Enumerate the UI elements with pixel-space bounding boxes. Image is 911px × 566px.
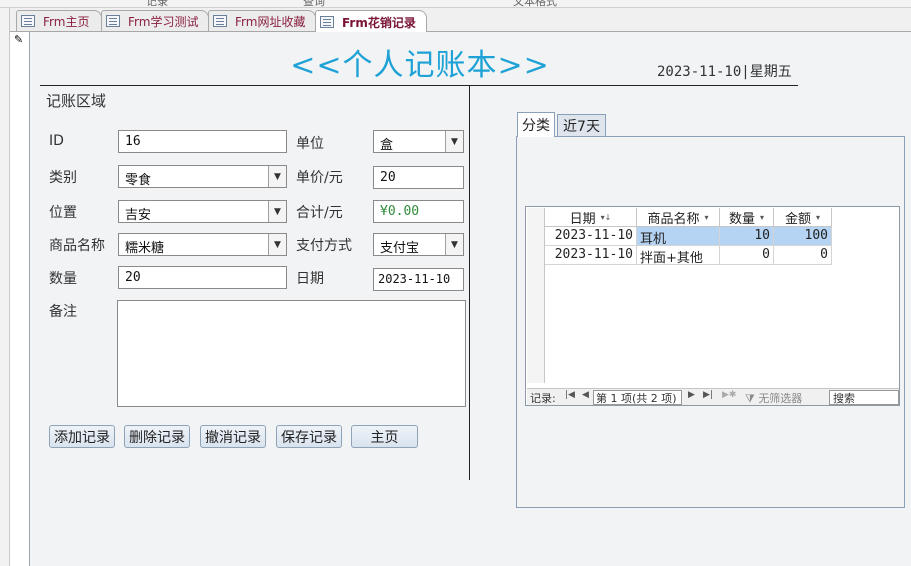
tab-category[interactable]: 分类 [517,112,555,137]
add-record-button[interactable]: 添加记录 [49,425,115,448]
search-input[interactable]: 搜索 [829,390,899,405]
dropdown-arrow-icon: ▾ [760,212,765,222]
chevron-down-icon[interactable]: ▼ [268,166,286,187]
chevron-down-icon[interactable]: ▼ [445,131,463,152]
payment-label: 支付方式 [296,238,352,254]
delete-record-button[interactable]: 删除记录 [124,425,190,448]
tab-frm-bookmarks[interactable]: Frm网址收藏 [208,10,316,31]
tab-label: Frm花销记录 [342,15,416,30]
last-record-icon[interactable]: ▶| [703,390,713,400]
unit-value: 盒 [380,138,394,153]
table-cell-qty[interactable]: 10 [720,227,774,246]
table-cell-name[interactable]: 耳机 [637,227,720,246]
payment-value: 支付宝 [380,241,420,256]
ribbon-remnant: 记录 查询 文本格式 [0,0,911,8]
header-label: 商品名称 [647,211,700,227]
tab-label: Frm网址收藏 [235,14,306,29]
tab-label: Frm主页 [43,14,90,29]
tab-frm-home[interactable]: Frm主页 [16,10,102,31]
table-cell-amount[interactable]: 0 [774,246,832,265]
row-selector-column[interactable] [527,208,545,383]
tab-label: Frm学习测试 [128,14,199,29]
header-label: 金额 [784,211,811,227]
no-filter-indicator[interactable]: ⧩ 无筛选器 [745,390,802,406]
page-title: <<个人记账本>> [290,48,550,83]
category-value: 零食 [125,173,152,188]
id-field[interactable]: 16 [118,130,287,153]
table-cell-amount[interactable]: 100 [774,227,832,246]
note-label: 备注 [49,304,77,320]
navigation-pane-edge[interactable] [0,8,10,566]
unit-price-field[interactable]: 20 [373,166,464,189]
form-icon [21,15,35,27]
category-label: 类别 [49,170,77,186]
date-field[interactable]: 2023-11-10 [373,268,464,291]
header-label: 日期 [569,211,596,227]
note-textarea[interactable] [117,300,466,407]
quantity-field[interactable]: 20 [118,266,287,289]
chevron-down-icon[interactable]: ▼ [268,201,286,222]
tab-last-7-days[interactable]: 近7天 [557,114,606,136]
sort-ascending-icon: ▾↓ [600,212,612,222]
date-weekday-label: 2023-11-10|星期五 [657,64,792,80]
new-record-icon[interactable]: ▶✱ [722,390,736,400]
record-navigation-bar: 记录: |◀ ◀ 第 1 项(共 2 项) ▶ ▶| ▶✱ ⧩ 无筛选器 搜索 [527,388,899,405]
previous-record-icon[interactable]: ◀ [582,390,589,400]
chevron-down-icon[interactable]: ▼ [445,234,463,255]
unit-combo[interactable]: 盒 ▼ [373,130,464,153]
pencil-edit-icon: ✎ [14,33,24,46]
header-label: 数量 [728,211,755,227]
header-divider [40,85,798,86]
document-tab-bar: Frm主页 Frm学习测试 Frm网址收藏 Frm花销记录 [10,8,911,33]
location-label: 位置 [49,205,77,221]
location-combo[interactable]: 吉安 ▼ [118,200,287,223]
date-label: 日期 [296,271,324,287]
column-header-date[interactable]: 日期 ▾↓ [545,208,637,227]
next-record-icon[interactable]: ▶ [688,390,695,400]
chevron-down-icon[interactable]: ▼ [268,234,286,255]
form-icon [320,16,334,28]
record-position-input[interactable]: 第 1 项(共 2 项) [593,390,682,405]
product-value: 糯米糖 [125,241,165,256]
column-header-quantity[interactable]: 数量 ▾ [720,208,774,227]
no-filter-label: 无筛选器 [758,392,803,405]
dropdown-arrow-icon: ▾ [816,212,821,222]
table-cell-name[interactable]: 拌面+其他 [637,246,720,265]
total-label: 合计/元 [296,205,343,221]
table-cell-date[interactable]: 2023-11-10 [545,246,637,265]
product-combo[interactable]: 糯米糖 ▼ [118,233,287,256]
location-value: 吉安 [125,208,152,223]
column-header-amount[interactable]: 金额 ▾ [774,208,832,227]
table-cell-date[interactable]: 2023-11-10 [545,227,637,246]
section-label-bookkeeping: 记账区域 [46,92,107,110]
tab-frm-study-test[interactable]: Frm学习测试 [101,10,209,31]
record-selector-bar[interactable] [10,32,30,566]
id-label: ID [49,133,64,149]
unit-label: 单位 [296,136,324,152]
undo-record-button[interactable]: 撤消记录 [200,425,266,448]
filter-icon: ⧩ [745,392,755,405]
payment-combo[interactable]: 支付宝 ▼ [373,233,464,256]
form-icon [106,15,120,27]
category-combo[interactable]: 零食 ▼ [118,165,287,188]
unit-price-label: 单价/元 [296,170,343,186]
total-field[interactable]: ¥0.00 [373,200,464,223]
dropdown-arrow-icon: ▾ [704,212,709,222]
table-cell-qty[interactable]: 0 [720,246,774,265]
column-header-product[interactable]: 商品名称 ▾ [637,208,720,227]
save-record-button[interactable]: 保存记录 [276,425,342,448]
quantity-label: 数量 [49,271,77,287]
form-icon [213,15,227,27]
first-record-icon[interactable]: |◀ [565,390,575,400]
nav-record-label: 记录: [530,392,556,405]
datasheet-subform: 日期 ▾↓ 商品名称 ▾ 数量 ▾ 金额 ▾ 2023-11-10 耳机 10 … [525,206,900,406]
home-button[interactable]: 主页 [351,425,418,448]
vertical-divider [469,86,470,480]
product-label: 商品名称 [49,238,105,254]
tab-frm-expense-record[interactable]: Frm花销记录 [315,10,427,33]
